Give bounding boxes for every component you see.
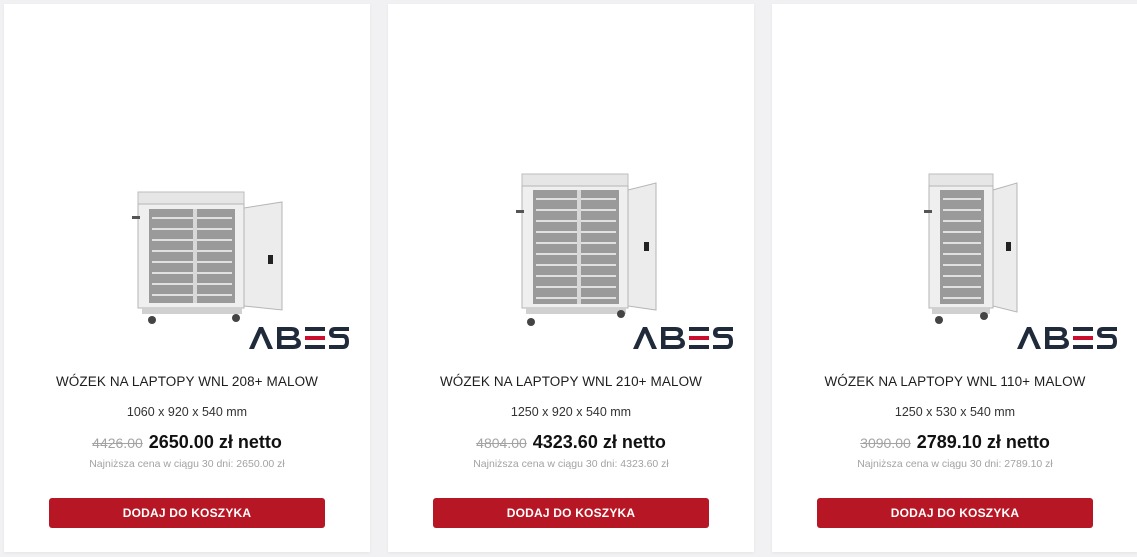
laptop-cart-image [516,173,657,326]
brand-logo [1015,323,1119,353]
price-row: 3090.00 2789.10 zł netto [772,432,1137,453]
product-card: WÓZEK NA LAPTOPY WNL 208+ MALOW 1060 x 9… [4,4,370,552]
abes-logo-icon [633,327,733,349]
product-card: WÓZEK NA LAPTOPY WNL 110+ MALOW 1250 x 5… [772,4,1137,552]
old-price: 4426.00 [92,435,143,451]
abes-logo-icon [1017,327,1117,349]
abes-logo-icon [249,327,349,349]
brand-logo [247,323,351,353]
product-card: WÓZEK NA LAPTOPY WNL 210+ MALOW 1250 x 9… [388,4,754,552]
product-title[interactable]: WÓZEK NA LAPTOPY WNL 210+ MALOW [388,374,754,389]
price-row: 4804.00 4323.60 zł netto [388,432,754,453]
product-dimensions: 1060 x 920 x 540 mm [126,405,248,419]
product-dimensions: 1250 x 920 x 540 mm [510,405,632,419]
laptop-cart-image [924,173,1018,324]
product-image[interactable] [4,4,370,359]
lowest-price-note: Najniższa cena w ciągu 30 dni: 2650.00 z… [89,458,285,470]
current-price: 4323.60 zł netto [532,432,666,452]
old-price: 3090.00 [860,435,911,451]
lowest-price-note: Najniższa cena w ciągu 30 dni: 2789.10 z… [857,458,1053,470]
product-image[interactable] [388,4,754,359]
add-to-cart-button[interactable]: DODAJ DO KOSZYKA [433,498,709,528]
brand-logo [631,323,735,353]
current-price: 2650.00 zł netto [148,432,282,452]
current-price: 2789.10 zł netto [916,432,1050,452]
product-title[interactable]: WÓZEK NA LAPTOPY WNL 208+ MALOW [4,374,370,389]
add-to-cart-button[interactable]: DODAJ DO KOSZYKA [49,498,325,528]
price-row: 4426.00 2650.00 zł netto [4,432,370,453]
old-price: 4804.00 [476,435,527,451]
add-to-cart-button[interactable]: DODAJ DO KOSZYKA [817,498,1093,528]
product-image[interactable] [772,4,1137,359]
product-dimensions: 1250 x 530 x 540 mm [894,405,1016,419]
product-title[interactable]: WÓZEK NA LAPTOPY WNL 110+ MALOW [772,374,1137,389]
lowest-price-note: Najniższa cena w ciągu 30 dni: 4323.60 z… [473,458,669,470]
laptop-cart-image [132,191,283,324]
